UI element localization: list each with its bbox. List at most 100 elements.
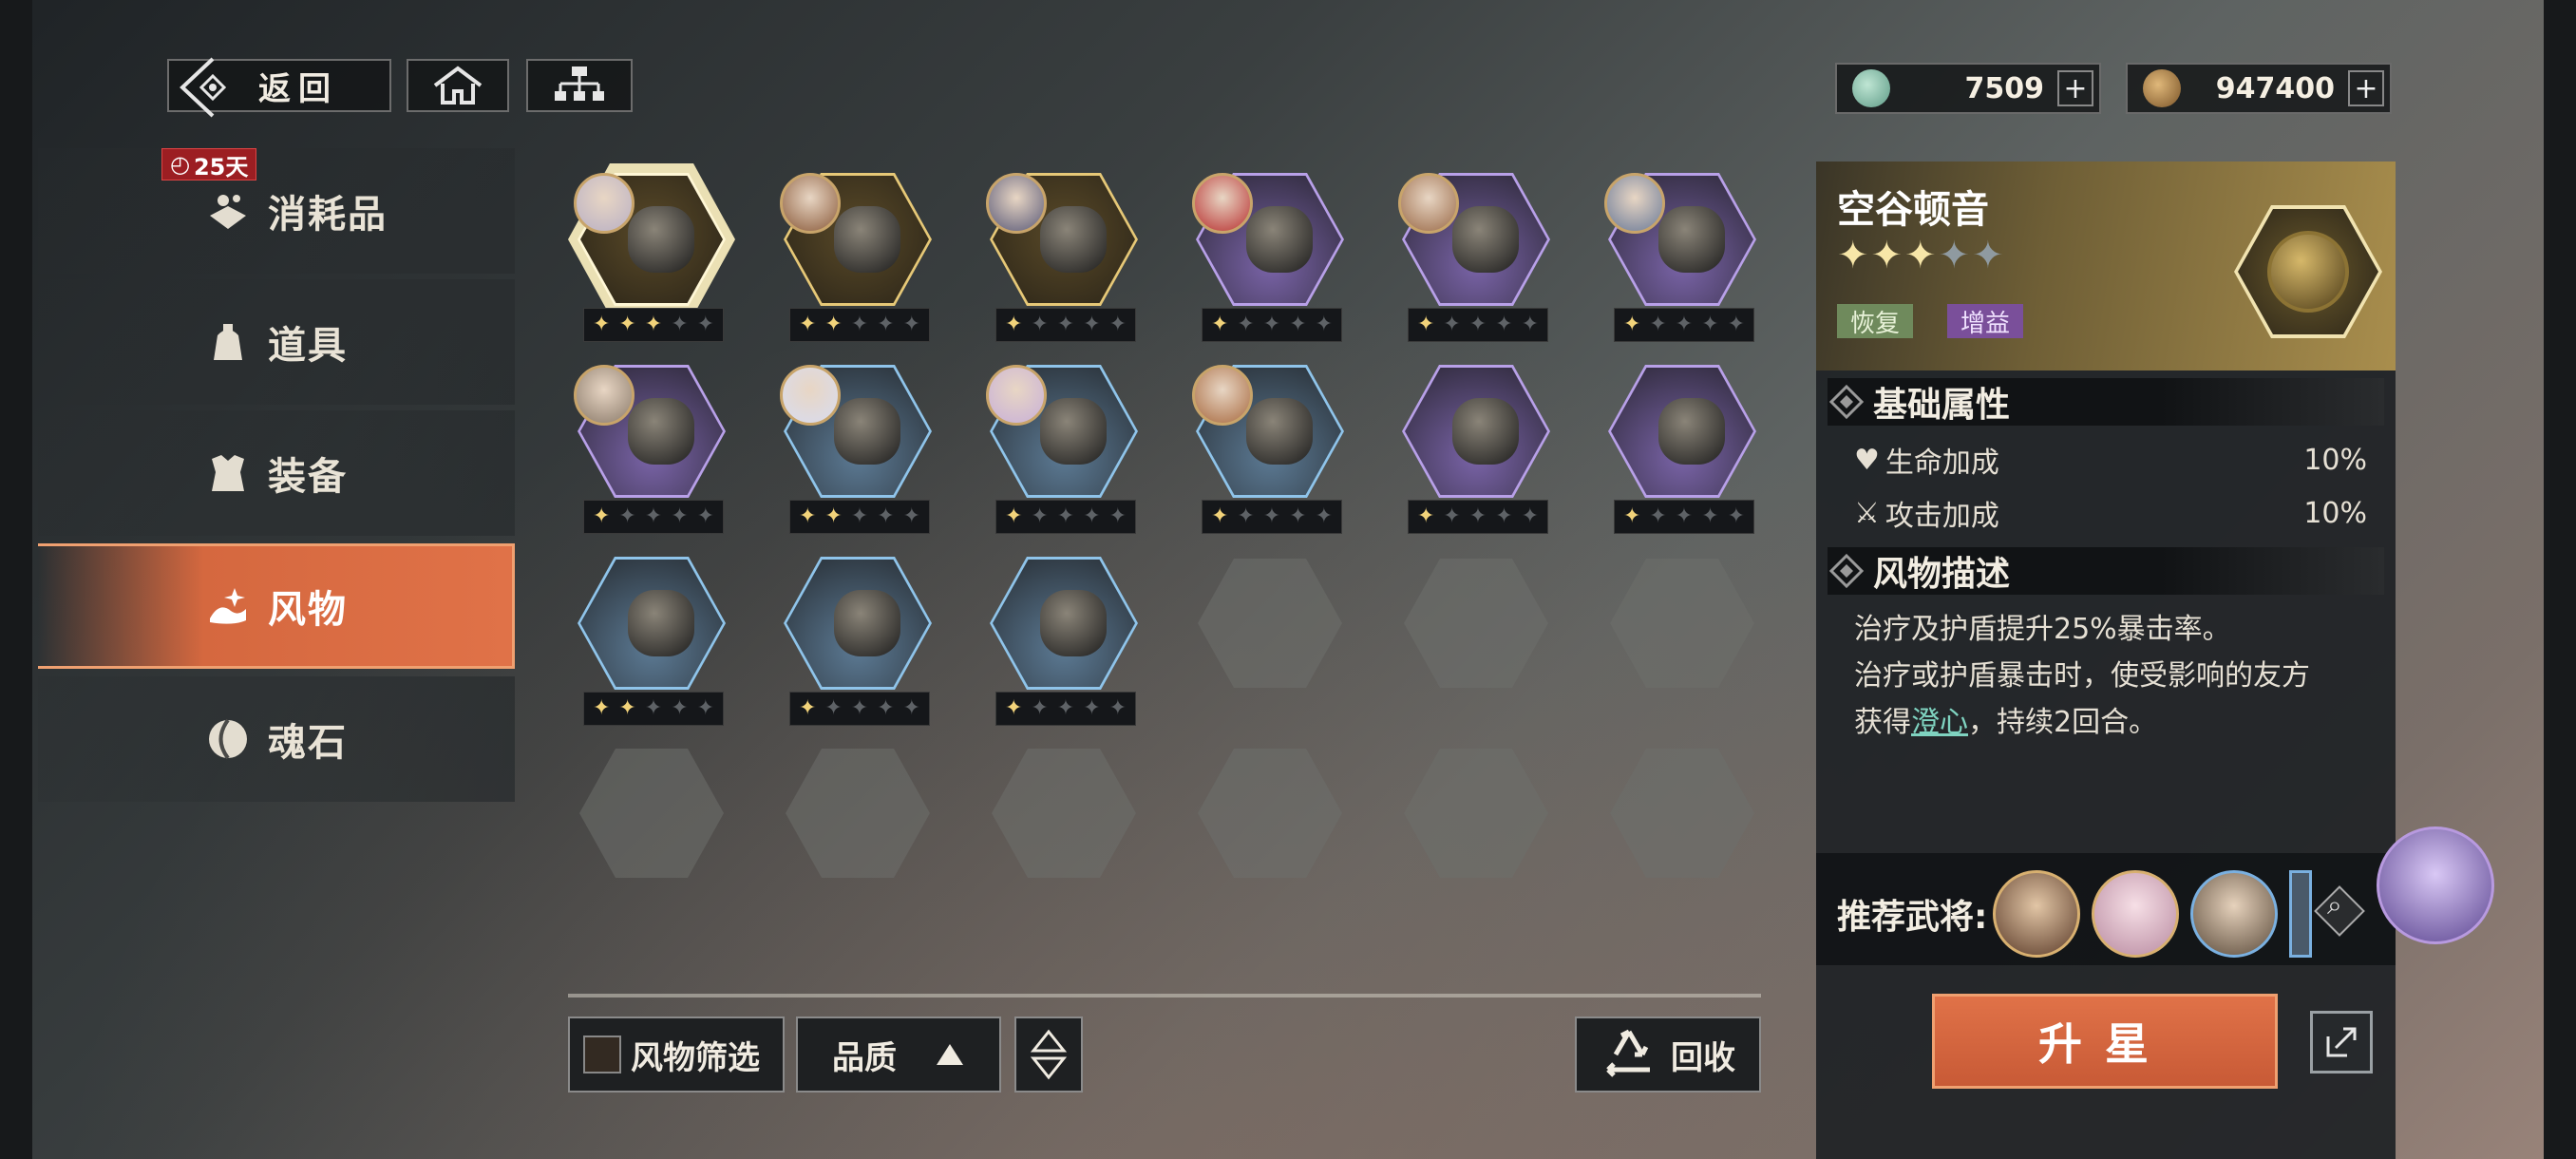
curio-slot[interactable]: ✦ ✦ ✦ ✦ ✦ [574, 365, 726, 540]
add-jade-button[interactable]: + [2057, 70, 2093, 106]
curio-slot[interactable]: ✦ ✦ ✦ ✦ ✦ [990, 557, 1138, 732]
empty-slot-hex [786, 749, 930, 878]
sidebar-item-soul-stones[interactable]: 魂石 [38, 676, 515, 802]
star-empty-icon: ✦ [1727, 313, 1746, 336]
curio-filter-toggle[interactable]: 风物筛选 [568, 1016, 785, 1092]
curio-slot[interactable]: ✦ ✦ ✦ ✦ ✦ [986, 365, 1138, 540]
recommended-general-avatar[interactable] [2289, 870, 2312, 958]
currency-coin: 947400 + [2126, 63, 2392, 114]
curio-slot[interactable]: ✦ ✦ ✦ ✦ ✦ [1192, 173, 1344, 348]
soul-stone-icon [201, 712, 255, 766]
curio-art [834, 590, 900, 656]
home-button[interactable] [407, 59, 509, 112]
star-filled-icon: ✦ [1004, 696, 1023, 720]
empty-slot [1608, 557, 1756, 732]
curio-slot[interactable]: ✦ ✦ ✦ ✦ ✦ [1192, 365, 1344, 540]
recommended-general-avatar[interactable] [2092, 870, 2179, 958]
star-empty-icon: ✦ [1237, 504, 1255, 528]
curio-slot[interactable]: ✦ ✦ ✦ ✦ ✦ [1398, 173, 1550, 348]
curio-slot[interactable]: ✦ ✦ ✦ ✦ ✦ [568, 163, 735, 348]
item-title: 空谷顿音 [1837, 188, 1989, 232]
curio-art [1246, 206, 1313, 273]
star-empty-icon: ✦ [850, 313, 869, 336]
star-empty-icon: ✦ [618, 504, 636, 528]
star-filled-icon: ✦ [1870, 234, 1905, 277]
slot-star-rating: ✦ ✦ ✦ ✦ ✦ [1614, 308, 1754, 342]
filter-checkbox[interactable] [583, 1036, 621, 1074]
star-filled-icon: ✦ [1837, 234, 1871, 277]
curio-art [628, 590, 694, 656]
recycle-button[interactable]: 回收 [1575, 1016, 1761, 1092]
star-empty-icon: ✦ [824, 696, 843, 720]
sidebar-item-equipment[interactable]: 装备 [38, 410, 515, 536]
star-empty-icon: ✦ [1056, 696, 1075, 720]
curio-slot[interactable]: ✦ ✦ ✦ ✦ ✦ [780, 365, 932, 540]
curio-slot[interactable]: ✦ ✦ ✦ ✦ ✦ [780, 173, 932, 348]
curio-slot[interactable]: ✦ ✦ ✦ ✦ ✦ [1608, 365, 1756, 540]
star-filled-icon: ✦ [798, 313, 817, 336]
quality-sort-button[interactable]: 品质 [796, 1016, 1001, 1092]
slot-star-rating: ✦ ✦ ✦ ✦ ✦ [789, 692, 930, 726]
star-empty-icon: ✦ [1289, 313, 1307, 336]
upgrade-star-button[interactable]: 升星 [1932, 994, 2278, 1089]
recommended-general-avatar[interactable] [1993, 870, 2080, 958]
curio-slot[interactable]: ✦ ✦ ✦ ✦ ✦ [578, 557, 726, 732]
floating-assistant-avatar[interactable] [2377, 826, 2494, 944]
star-empty-icon: ✦ [1938, 234, 1973, 277]
share-icon [2326, 1027, 2357, 1057]
star-empty-icon: ✦ [902, 504, 921, 528]
curio-slot[interactable]: ✦ ✦ ✦ ✦ ✦ [1402, 365, 1550, 540]
slot-frame [990, 557, 1138, 690]
curio-art [1452, 398, 1519, 465]
star-empty-icon: ✦ [850, 696, 869, 720]
star-empty-icon: ✦ [1495, 504, 1513, 528]
diamond-icon [1828, 384, 1865, 420]
curio-art [1040, 206, 1107, 273]
timer-text: 25天 [193, 153, 249, 180]
sidebar-item-consumables[interactable]: 消耗品 [38, 148, 515, 274]
share-button[interactable] [2310, 1011, 2373, 1074]
curio-slot[interactable]: ✦ ✦ ✦ ✦ ✦ [1604, 173, 1756, 348]
attribute-attack: ⚔ 攻击加成 10% [1854, 492, 2367, 534]
sidebar-item-props[interactable]: 道具 [38, 279, 515, 405]
add-coin-button[interactable]: + [2348, 70, 2384, 106]
star-filled-icon: ✦ [618, 696, 636, 720]
diamond-icon [1828, 553, 1865, 589]
empty-slot-hex [992, 749, 1136, 878]
star-empty-icon: ✦ [1675, 504, 1694, 528]
empty-slot [784, 747, 932, 922]
jade-amount: 7509 [1964, 71, 2045, 105]
curio-art [628, 206, 694, 273]
star-filled-icon: ✦ [644, 313, 663, 336]
empty-slot-hex [579, 749, 724, 878]
hierarchy-button[interactable] [526, 59, 633, 112]
star-empty-icon: ✦ [1443, 313, 1461, 336]
owner-avatar [1398, 173, 1459, 234]
left-frame [0, 0, 32, 1159]
back-button[interactable]: 返回 [167, 57, 391, 118]
star-empty-icon: ✦ [644, 696, 663, 720]
curio-slot[interactable]: ✦ ✦ ✦ ✦ ✦ [784, 557, 932, 732]
star-empty-icon: ✦ [1031, 504, 1049, 528]
slot-star-rating: ✦ ✦ ✦ ✦ ✦ [1408, 308, 1548, 342]
owner-avatar [1192, 365, 1253, 426]
description-header: 风物描述 [1828, 547, 2384, 595]
owner-avatar [780, 173, 841, 234]
curio-description: 治疗及护盾提升25%暴击率。 治疗或护盾暴击时，使受影响的友方 获得澄心，持续2… [1854, 606, 2386, 746]
curio-slot[interactable]: ✦ ✦ ✦ ✦ ✦ [986, 173, 1138, 348]
sidebar-item-curios[interactable]: 风物 [38, 543, 515, 669]
slot-star-rating: ✦ ✦ ✦ ✦ ✦ [789, 500, 930, 534]
curio-art [1040, 398, 1107, 465]
star-empty-icon: ✦ [1108, 696, 1127, 720]
empty-slot [1402, 747, 1550, 922]
empty-slot-hex [1610, 749, 1754, 878]
owner-avatar [1192, 173, 1253, 234]
star-empty-icon: ✦ [1031, 313, 1049, 336]
sort-order-button[interactable] [1014, 1016, 1083, 1092]
star-empty-icon: ✦ [1521, 504, 1540, 528]
currency-jade: 7509 + [1835, 63, 2101, 114]
keyword-link[interactable]: 澄心 [1911, 706, 1968, 739]
desc-text: ，持续2回合。 [1968, 706, 2158, 739]
star-empty-icon: ✦ [1701, 313, 1719, 336]
recommended-general-avatar[interactable] [2190, 870, 2278, 958]
